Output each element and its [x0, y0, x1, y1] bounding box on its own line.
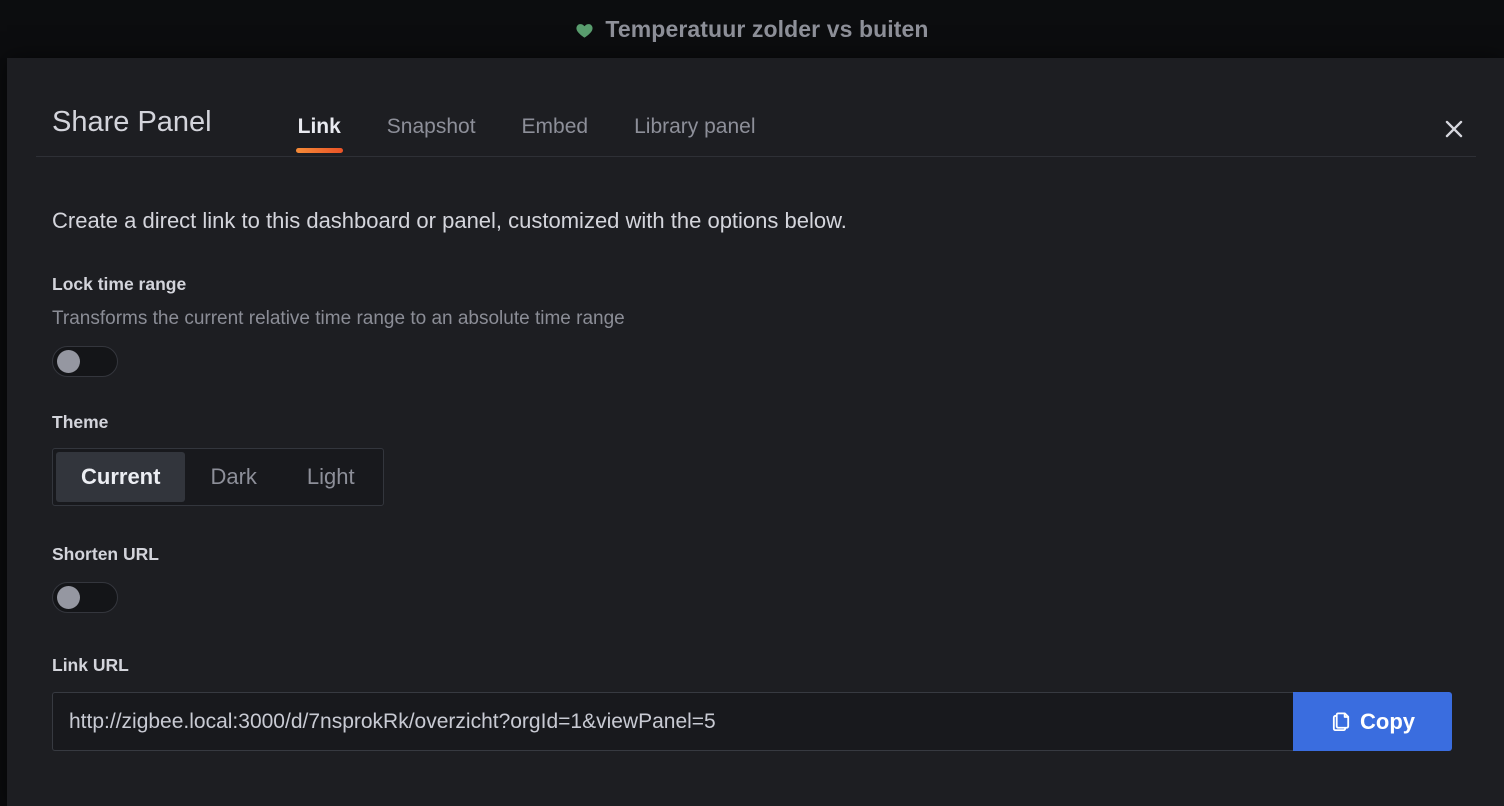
modal-title: Share Panel — [52, 106, 212, 138]
copy-button[interactable]: Copy — [1293, 692, 1452, 752]
field-link-url: Link URL Copy — [52, 654, 1459, 752]
intro-text: Create a direct link to this dashboard o… — [52, 208, 847, 233]
lock-time-range-toggle[interactable] — [52, 345, 118, 377]
tab-snapshot[interactable]: Snapshot — [364, 116, 499, 157]
field-theme: Theme Current Dark Light — [52, 411, 1459, 507]
lock-time-range-label: Lock time range — [52, 274, 187, 295]
tab-embed[interactable]: Embed — [499, 116, 612, 157]
link-url-row: Copy — [52, 692, 1452, 752]
shorten-url-toggle[interactable] — [52, 581, 118, 613]
field-lock-time-range: Lock time range Transforms the current r… — [52, 276, 1459, 377]
toggle-knob — [57, 585, 80, 609]
share-tabs: Link Snapshot Embed Library panel — [275, 116, 779, 157]
link-url-label: Link URL — [52, 654, 129, 675]
heart-icon[interactable] — [575, 21, 594, 40]
copy-icon — [1332, 712, 1350, 732]
field-shorten-url: Shorten URL — [52, 546, 1459, 613]
link-url-input[interactable] — [52, 692, 1293, 752]
lock-time-range-description: Transforms the current relative time ran… — [52, 307, 625, 329]
theme-option-dark[interactable]: Dark — [185, 452, 281, 502]
close-icon — [1445, 120, 1463, 138]
modal-body: Create a direct link to this dashboard o… — [7, 157, 1504, 752]
copy-button-label: Copy — [1360, 708, 1415, 734]
theme-label: Theme — [52, 411, 109, 432]
share-panel-screen: Temperatuur zolder vs buiten Share Panel… — [0, 0, 1504, 806]
theme-option-current[interactable]: Current — [56, 452, 186, 503]
theme-option-light[interactable]: Light — [282, 452, 380, 502]
tab-link[interactable]: Link — [275, 116, 364, 157]
shorten-url-label: Shorten URL — [52, 544, 159, 565]
modal-header: Share Panel Link Snapshot Embed Library … — [7, 58, 1504, 157]
tab-library-panel[interactable]: Library panel — [611, 116, 778, 157]
close-button[interactable] — [1437, 112, 1471, 146]
toggle-knob — [57, 349, 80, 373]
dashboard-title: Temperatuur zolder vs buiten — [605, 15, 929, 42]
share-panel-modal: Share Panel Link Snapshot Embed Library … — [7, 58, 1504, 806]
theme-radio-group: Current Dark Light — [52, 448, 384, 507]
dashboard-titlebar: Temperatuur zolder vs buiten — [0, 0, 1504, 58]
